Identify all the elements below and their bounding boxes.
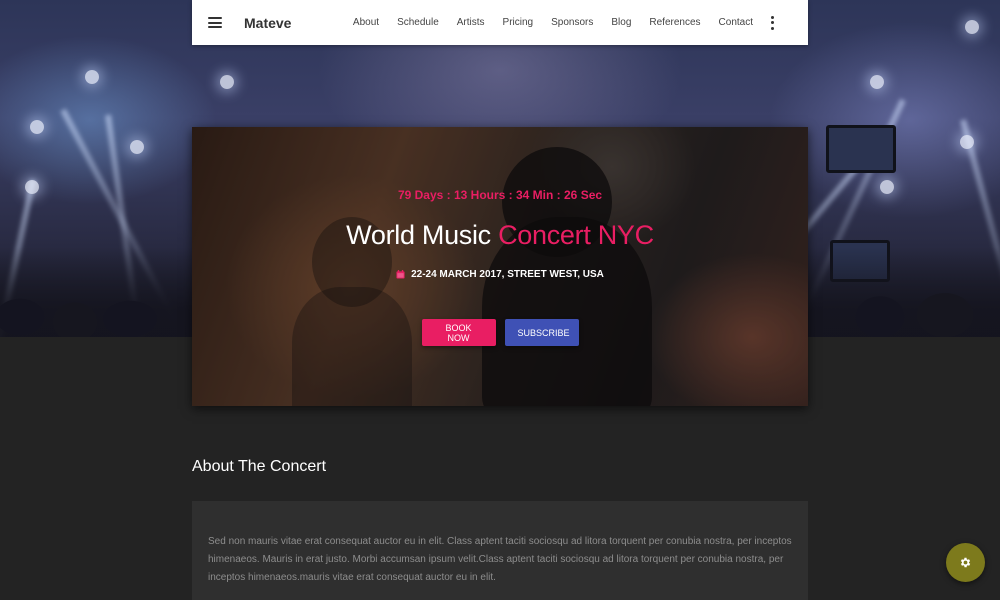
about-text: Sed non mauris vitae erat consequat auct…: [208, 536, 792, 583]
countdown-timer: 79 Days : 13 Hours : 34 Min : 26 Sec: [397, 188, 603, 202]
nav-links: About Schedule Artists Pricing Sponsors …: [344, 0, 762, 45]
hero-buttons: BOOK NOW SUBSCRIBE: [192, 319, 808, 346]
nav-link-pricing[interactable]: Pricing: [494, 0, 543, 45]
calendar-icon: [396, 270, 405, 279]
brand-logo[interactable]: Mateve: [244, 15, 291, 31]
gear-icon: [960, 557, 971, 568]
book-now-button[interactable]: BOOK NOW: [421, 319, 496, 346]
about-heading: About The Concert: [192, 458, 327, 475]
about-card: Sed non mauris vitae erat consequat auct…: [192, 501, 808, 600]
nav-link-about[interactable]: About: [344, 0, 388, 45]
nav-link-artists[interactable]: Artists: [448, 0, 494, 45]
more-vertical-icon[interactable]: [771, 15, 775, 30]
event-title: World Music Concert NYC: [192, 220, 808, 251]
nav-link-contact[interactable]: Contact: [710, 0, 762, 45]
event-title-accent: Concert NYC: [498, 220, 654, 250]
event-title-main: World Music: [346, 220, 499, 250]
top-navbar: Mateve About Schedule Artists Pricing Sp…: [192, 0, 808, 45]
event-date-location-text: 22-24 MARCH 2017, STREET WEST, USA: [411, 269, 604, 280]
nav-link-references[interactable]: References: [640, 0, 709, 45]
settings-button[interactable]: [946, 543, 985, 582]
hero-content: 79 Days : 13 Hours : 34 Min : 26 Sec Wor…: [192, 127, 808, 406]
hero-card: 79 Days : 13 Hours : 34 Min : 26 Sec Wor…: [192, 127, 808, 406]
nav-link-sponsors[interactable]: Sponsors: [542, 0, 602, 45]
event-date-location: 22-24 MARCH 2017, STREET WEST, USA: [192, 269, 808, 280]
hamburger-menu-icon[interactable]: [208, 17, 222, 28]
subscribe-button[interactable]: SUBSCRIBE: [504, 319, 579, 346]
nav-link-schedule[interactable]: Schedule: [388, 0, 448, 45]
nav-link-blog[interactable]: Blog: [602, 0, 640, 45]
